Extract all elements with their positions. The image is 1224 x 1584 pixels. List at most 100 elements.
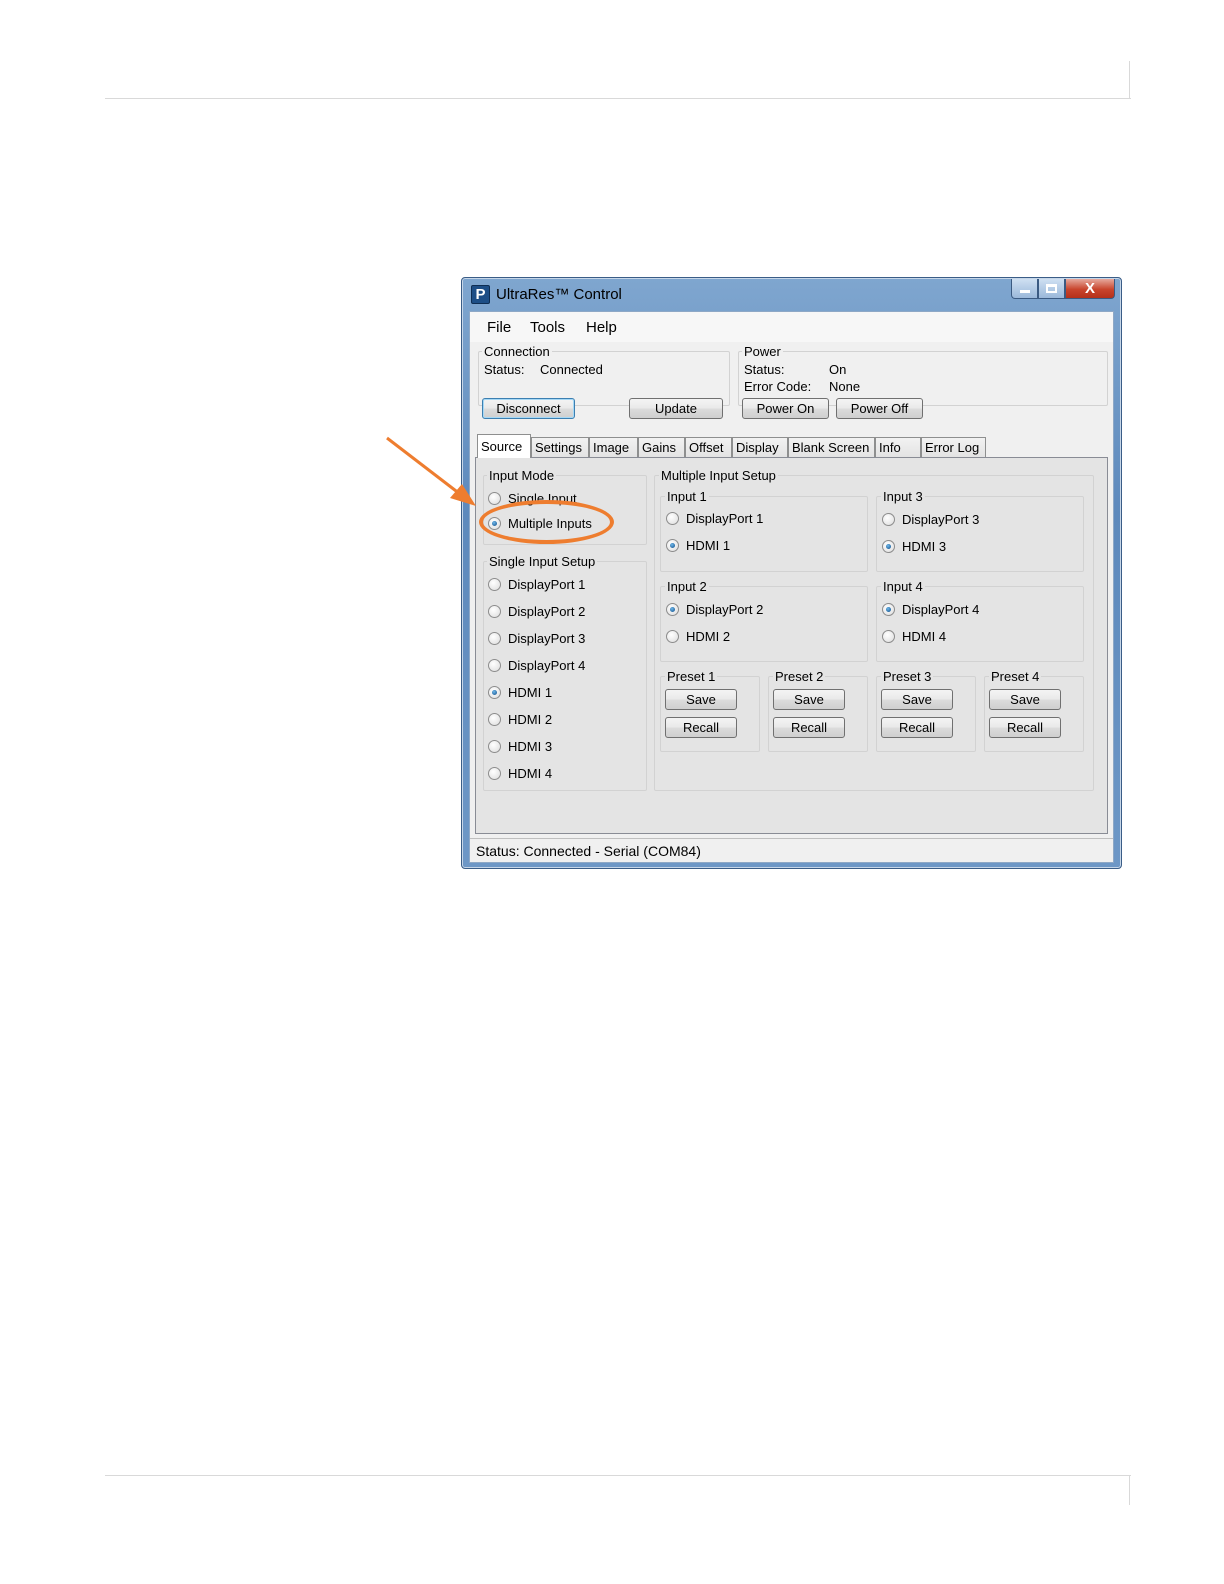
title-bar[interactable]: P UltraRes™ Control X xyxy=(462,278,1121,311)
radio-single-displayport-3[interactable]: DisplayPort 3 xyxy=(488,630,585,646)
radio-label: DisplayPort 4 xyxy=(902,601,980,617)
preset-4-group xyxy=(984,676,1084,752)
radio-indicator xyxy=(488,577,501,591)
header-rule-tick xyxy=(1129,61,1130,98)
radio-indicator xyxy=(666,511,679,525)
tab-offset[interactable]: Offset xyxy=(685,437,732,457)
annotation-highlight-ellipse xyxy=(479,500,614,544)
input-2-title: Input 2 xyxy=(665,579,709,594)
close-button[interactable]: X xyxy=(1065,279,1115,299)
radio-input1-displayport-1[interactable]: DisplayPort 1 xyxy=(666,510,763,526)
radio-indicator xyxy=(488,739,501,753)
menu-file[interactable]: File xyxy=(487,319,511,336)
preset-2-title: Preset 2 xyxy=(773,669,826,684)
footer-rule-tick xyxy=(1129,1475,1130,1505)
disconnect-button[interactable]: Disconnect xyxy=(482,398,575,419)
preset-2-recall-button[interactable]: Recall xyxy=(773,717,845,738)
tab-image[interactable]: Image xyxy=(589,437,638,457)
tab-source[interactable]: Source xyxy=(477,434,531,458)
input-4-group xyxy=(876,586,1084,662)
radio-indicator xyxy=(488,685,501,699)
minimize-icon xyxy=(1019,290,1030,293)
input-3-group xyxy=(876,496,1084,572)
radio-label: DisplayPort 3 xyxy=(902,511,980,527)
window-controls: X xyxy=(1011,279,1115,300)
preset-2-save-button[interactable]: Save xyxy=(773,689,845,710)
tab-gains[interactable]: Gains xyxy=(638,437,685,457)
preset-1-save-button[interactable]: Save xyxy=(665,689,737,710)
close-icon: X xyxy=(1084,280,1095,297)
radio-indicator xyxy=(488,604,501,618)
radio-single-hdmi-4[interactable]: HDMI 4 xyxy=(488,765,552,781)
radio-input1-hdmi-1[interactable]: HDMI 1 xyxy=(666,537,730,553)
menu-tools[interactable]: Tools xyxy=(530,319,565,336)
maximize-icon xyxy=(1046,284,1057,293)
preset-1-title: Preset 1 xyxy=(665,669,718,684)
radio-input4-hdmi-4[interactable]: HDMI 4 xyxy=(882,628,946,644)
radio-label: HDMI 1 xyxy=(508,684,553,700)
radio-indicator xyxy=(488,631,501,645)
power-off-button[interactable]: Power Off xyxy=(836,398,923,419)
radio-single-displayport-4[interactable]: DisplayPort 4 xyxy=(488,657,585,673)
preset-3-recall-button[interactable]: Recall xyxy=(881,717,953,738)
tab-info[interactable]: Info xyxy=(875,437,921,457)
radio-single-displayport-2[interactable]: DisplayPort 2 xyxy=(488,603,585,619)
radio-label: DisplayPort 4 xyxy=(508,657,586,673)
radio-label: DisplayPort 1 xyxy=(508,576,586,592)
tab-error-log[interactable]: Error Log xyxy=(921,437,986,457)
radio-single-hdmi-3[interactable]: HDMI 3 xyxy=(488,738,552,754)
radio-label: HDMI 2 xyxy=(686,628,731,644)
radio-indicator xyxy=(882,539,895,553)
header-rule xyxy=(105,98,1131,99)
input-mode-title: Input Mode xyxy=(487,468,557,483)
minimize-button[interactable] xyxy=(1011,279,1038,299)
status-bar: Status: Connected - Serial (COM84) xyxy=(470,838,1113,862)
tab-settings[interactable]: Settings xyxy=(531,437,589,457)
radio-input2-hdmi-2[interactable]: HDMI 2 xyxy=(666,628,730,644)
app-logo-icon: P xyxy=(471,285,490,304)
preset-4-recall-button[interactable]: Recall xyxy=(989,717,1061,738)
radio-label: HDMI 3 xyxy=(902,538,947,554)
tab-display[interactable]: Display xyxy=(732,437,788,457)
power-status-value: On xyxy=(829,362,847,377)
input-1-group xyxy=(660,496,868,572)
power-status-label: Status: xyxy=(744,362,785,377)
preset-1-recall-button[interactable]: Recall xyxy=(665,717,737,738)
radio-indicator xyxy=(666,538,679,552)
radio-indicator xyxy=(488,712,501,726)
window-title: UltraRes™ Control xyxy=(496,286,622,303)
radio-indicator xyxy=(488,658,501,672)
radio-indicator xyxy=(666,602,679,616)
radio-label: HDMI 1 xyxy=(686,537,731,553)
radio-label: HDMI 3 xyxy=(508,738,553,754)
preset-3-group xyxy=(876,676,976,752)
input-4-title: Input 4 xyxy=(881,579,925,594)
update-button[interactable]: Update xyxy=(629,398,723,419)
radio-label: DisplayPort 2 xyxy=(508,603,586,619)
radio-single-displayport-1[interactable]: DisplayPort 1 xyxy=(488,576,585,592)
connection-group-title: Connection xyxy=(482,344,552,359)
power-on-button[interactable]: Power On xyxy=(742,398,829,419)
radio-input3-displayport-3[interactable]: DisplayPort 3 xyxy=(882,511,979,527)
radio-single-hdmi-2[interactable]: HDMI 2 xyxy=(488,711,552,727)
radio-label: HDMI 2 xyxy=(508,711,553,727)
footer-rule xyxy=(105,1475,1131,1476)
menu-help[interactable]: Help xyxy=(586,319,617,336)
radio-input4-displayport-4[interactable]: DisplayPort 4 xyxy=(882,601,979,617)
input-3-title: Input 3 xyxy=(881,489,925,504)
connection-status-value: Connected xyxy=(540,362,603,377)
radio-label: DisplayPort 3 xyxy=(508,630,586,646)
input-1-title: Input 1 xyxy=(665,489,709,504)
radio-input3-hdmi-3[interactable]: HDMI 3 xyxy=(882,538,946,554)
preset-4-save-button[interactable]: Save xyxy=(989,689,1061,710)
app-window: P UltraRes™ Control X File Tools Help Co… xyxy=(461,277,1122,869)
maximize-button[interactable] xyxy=(1038,279,1065,299)
tab-blank-screen[interactable]: Blank Screen xyxy=(788,437,875,457)
radio-label: HDMI 4 xyxy=(508,765,553,781)
radio-single-hdmi-1[interactable]: HDMI 1 xyxy=(488,684,552,700)
window-client-area: File Tools Help Connection Status: Conne… xyxy=(469,311,1114,863)
radio-input2-displayport-2[interactable]: DisplayPort 2 xyxy=(666,601,763,617)
status-bar-text: Status: Connected - Serial (COM84) xyxy=(476,843,701,859)
preset-3-save-button[interactable]: Save xyxy=(881,689,953,710)
radio-indicator xyxy=(488,766,501,780)
